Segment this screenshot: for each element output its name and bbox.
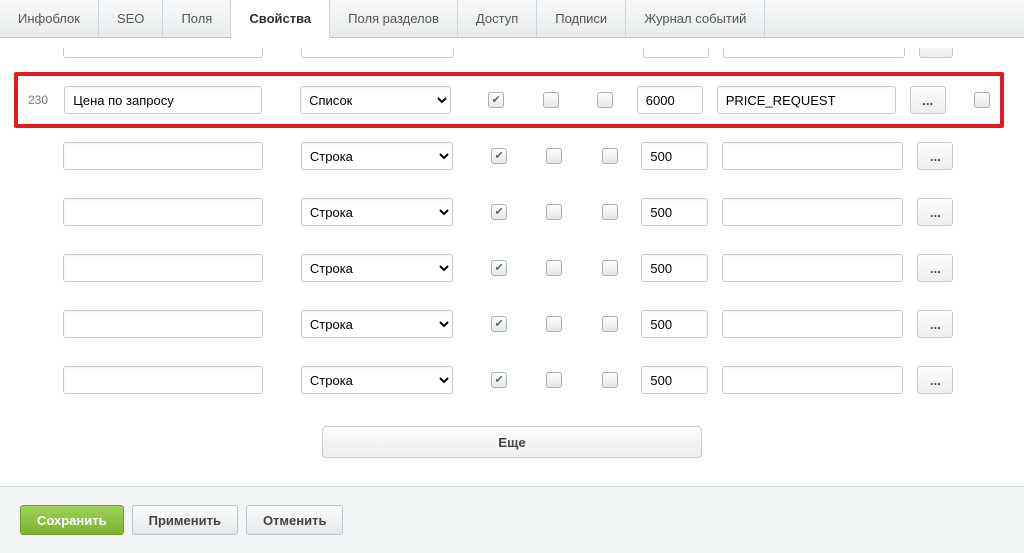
tab-access[interactable]: Доступ — [458, 0, 537, 37]
code-input[interactable] — [722, 366, 903, 394]
sort-input[interactable] — [641, 254, 708, 282]
multiple-checkbox[interactable] — [546, 148, 562, 164]
delete-checkbox[interactable] — [974, 92, 990, 108]
required-checkbox[interactable] — [597, 92, 613, 108]
code-input[interactable] — [717, 86, 896, 114]
required-checkbox[interactable] — [602, 204, 618, 220]
multiple-checkbox[interactable] — [546, 204, 562, 220]
row-id: 230 — [28, 93, 56, 107]
name-input[interactable] — [63, 142, 263, 170]
active-checkbox[interactable] — [488, 92, 504, 108]
multiple-checkbox[interactable] — [543, 92, 559, 108]
table-row: Строка ... — [20, 240, 1004, 296]
table-row: Строка ... — [20, 352, 1004, 408]
code-input[interactable] — [722, 198, 903, 226]
tab-event-log[interactable]: Журнал событий — [626, 0, 765, 37]
tab-section-fields[interactable]: Поля разделов — [330, 0, 458, 37]
required-checkbox[interactable] — [602, 148, 618, 164]
tab-captions[interactable]: Подписи — [537, 0, 626, 37]
name-input[interactable] — [63, 310, 263, 338]
row-more-button[interactable]: ... — [917, 254, 953, 282]
required-checkbox[interactable] — [602, 372, 618, 388]
type-select[interactable]: Строка — [301, 310, 454, 338]
row-more-button[interactable]: ... — [917, 310, 953, 338]
row-more-button[interactable]: ... — [910, 86, 946, 114]
name-input[interactable] — [63, 254, 263, 282]
active-checkbox[interactable] — [491, 316, 507, 332]
add-more-button[interactable]: Еще — [322, 426, 702, 458]
name-input[interactable] — [63, 48, 264, 58]
type-select[interactable]: Строка — [301, 366, 454, 394]
sort-input[interactable] — [641, 142, 708, 170]
table-row: Строка ... — [20, 296, 1004, 352]
sort-input[interactable] — [637, 86, 703, 114]
active-checkbox[interactable] — [491, 372, 507, 388]
code-input[interactable] — [722, 310, 903, 338]
name-input[interactable] — [63, 366, 263, 394]
type-select[interactable] — [301, 48, 454, 58]
tab-fields[interactable]: Поля — [163, 0, 231, 37]
code-input[interactable] — [723, 48, 905, 58]
properties-panel: 230 Список ... Строка ... Строка — [0, 38, 1024, 487]
row-more-button[interactable]: ... — [917, 366, 953, 394]
multiple-checkbox[interactable] — [546, 260, 562, 276]
row-more-button[interactable]: ... — [917, 198, 953, 226]
code-input[interactable] — [722, 254, 903, 282]
tab-properties[interactable]: Свойства — [231, 0, 330, 38]
table-row: Строка ... — [20, 184, 1004, 240]
table-row: 230 Список ... — [14, 72, 1004, 128]
name-input[interactable] — [63, 198, 263, 226]
code-input[interactable] — [722, 142, 903, 170]
table-row: Строка ... — [20, 128, 1004, 184]
apply-button[interactable]: Применить — [132, 505, 238, 535]
footer-actions: Сохранить Применить Отменить — [0, 487, 1024, 553]
tab-seo[interactable]: SEO — [99, 0, 163, 37]
save-button[interactable]: Сохранить — [20, 505, 124, 535]
sort-input[interactable] — [641, 366, 708, 394]
type-select[interactable]: Строка — [301, 254, 454, 282]
cancel-button[interactable]: Отменить — [246, 505, 344, 535]
type-select[interactable]: Список — [300, 86, 451, 114]
table-row — [20, 48, 1004, 72]
row-more-button[interactable]: ... — [917, 142, 953, 170]
active-checkbox[interactable] — [491, 204, 507, 220]
row-more-button[interactable] — [919, 48, 953, 58]
sort-input[interactable] — [641, 198, 708, 226]
required-checkbox[interactable] — [602, 260, 618, 276]
active-checkbox[interactable] — [491, 148, 507, 164]
sort-input[interactable] — [643, 48, 710, 58]
active-checkbox[interactable] — [491, 260, 507, 276]
tabs-bar: Инфоблок SEO Поля Свойства Поля разделов… — [0, 0, 1024, 38]
name-input[interactable] — [64, 86, 262, 114]
sort-input[interactable] — [641, 310, 708, 338]
multiple-checkbox[interactable] — [546, 372, 562, 388]
type-select[interactable]: Строка — [301, 198, 454, 226]
type-select[interactable]: Строка — [301, 142, 454, 170]
tab-infoblock[interactable]: Инфоблок — [0, 0, 99, 37]
multiple-checkbox[interactable] — [546, 316, 562, 332]
required-checkbox[interactable] — [602, 316, 618, 332]
